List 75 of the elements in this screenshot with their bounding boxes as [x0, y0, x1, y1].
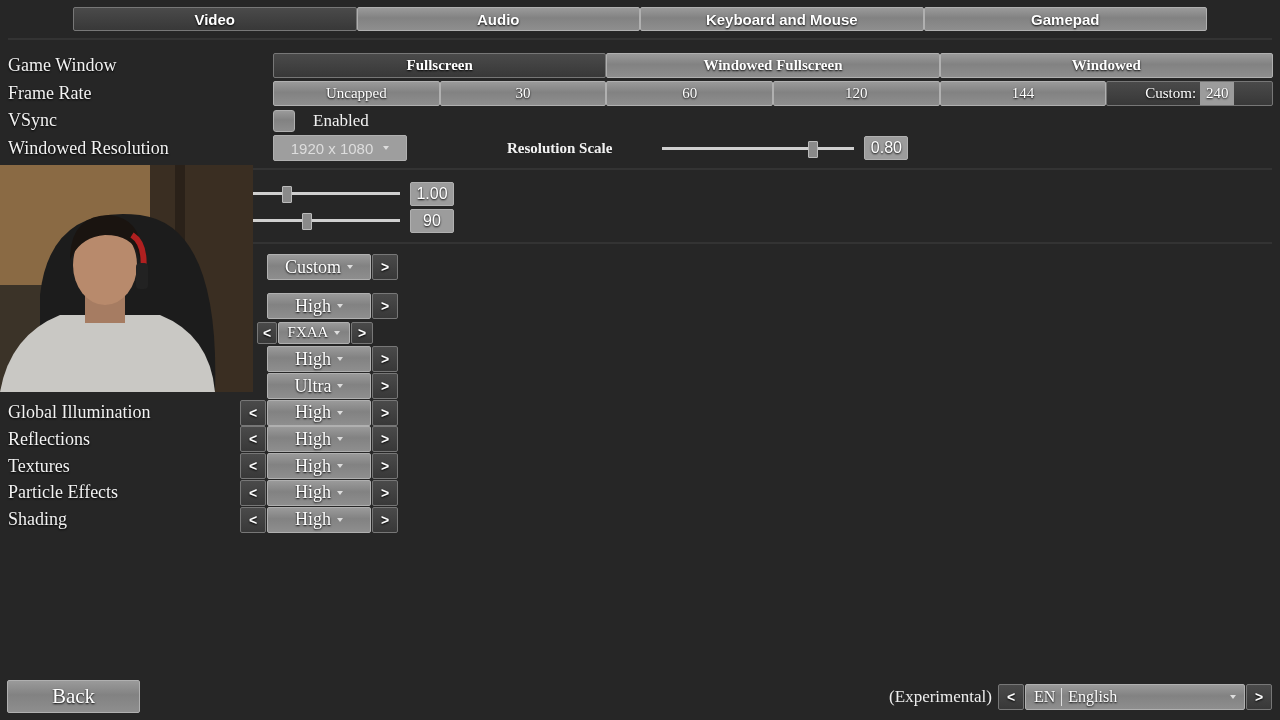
back-button[interactable]: Back	[7, 680, 140, 713]
slider-value: 90	[410, 208, 454, 233]
setting-label: Frame Rate	[7, 82, 92, 104]
option-button[interactable]: Custom: 240	[1106, 80, 1274, 106]
quality-dropdown[interactable]: Custom	[267, 254, 371, 281]
setting-label: Textures	[7, 455, 70, 477]
caret-icon	[337, 384, 344, 389]
caret-icon	[337, 464, 343, 469]
option-button[interactable]: Windowed	[939, 53, 1273, 79]
tab[interactable]: Video	[73, 7, 357, 31]
caret-icon	[337, 517, 343, 522]
quality-dropdown[interactable]: High	[267, 453, 371, 480]
experimental-note: (Experimental)	[889, 686, 992, 707]
setting-label: Resolution Scale	[507, 139, 613, 157]
tab[interactable]: Keyboard and Mouse	[640, 7, 924, 31]
slider-value: 1.00	[410, 181, 454, 206]
caret-icon	[337, 357, 343, 362]
previous-button[interactable]: <	[240, 426, 266, 453]
tab[interactable]: Gamepad	[923, 7, 1207, 31]
quality-dropdown[interactable]: High	[267, 426, 371, 453]
caret-icon	[337, 304, 343, 309]
quality-dropdown[interactable]: High	[267, 346, 371, 373]
quality-dropdown[interactable]: Ultra	[267, 373, 371, 400]
checkbox-label: Enabled	[313, 110, 369, 131]
quality-dropdown[interactable]: High	[267, 506, 371, 533]
next-button[interactable]: >	[372, 426, 398, 453]
tab[interactable]: Audio	[356, 7, 640, 31]
setting-label: Game Window	[7, 55, 117, 77]
next-button[interactable]: >	[372, 346, 398, 373]
option-button[interactable]: 120	[773, 80, 940, 106]
previous-button[interactable]: <	[240, 506, 266, 533]
next-button[interactable]: >	[372, 453, 398, 480]
option-button[interactable]: 30	[439, 80, 607, 106]
caret-icon	[337, 490, 343, 495]
setting-label: Reflections	[7, 428, 90, 450]
slider-thumb[interactable]	[808, 140, 819, 158]
setting-label: Shading	[7, 509, 67, 531]
quality-dropdown[interactable]: FXAA	[278, 321, 350, 344]
next-button[interactable]: >	[351, 321, 373, 344]
option-button[interactable]: Windowed Fullscreen	[606, 53, 940, 79]
previous-button[interactable]: <	[998, 683, 1024, 710]
checkbox[interactable]	[273, 109, 295, 132]
option-button[interactable]: 60	[606, 80, 773, 106]
previous-button[interactable]: <	[240, 399, 266, 426]
option-button[interactable]: 144	[939, 80, 1107, 106]
next-button[interactable]: >	[372, 293, 398, 320]
option-button[interactable]: Uncapped	[273, 80, 440, 106]
next-button[interactable]: >	[1246, 683, 1272, 710]
setting-label: Global Illumination	[7, 402, 151, 424]
previous-button[interactable]: <	[240, 479, 266, 506]
slider-thumb[interactable]	[281, 186, 292, 203]
language-dropdown[interactable]: EN English	[1025, 683, 1245, 710]
setting-label: VSync	[7, 110, 57, 132]
caret-icon	[337, 437, 343, 442]
next-button[interactable]: >	[372, 373, 398, 400]
previous-button[interactable]: <	[240, 453, 266, 480]
next-button[interactable]: >	[372, 479, 398, 506]
setting-label: Windowed Resolution	[7, 137, 169, 159]
next-button[interactable]: >	[372, 506, 398, 533]
slider-value: 0.80	[864, 136, 909, 161]
next-button[interactable]: >	[372, 254, 398, 281]
quality-dropdown[interactable]: High	[267, 479, 371, 506]
setting-label: Particle Effects	[7, 482, 119, 504]
option-button[interactable]: Fullscreen	[273, 53, 607, 79]
custom-input[interactable]: 240	[1200, 81, 1235, 105]
caret-icon	[383, 146, 390, 151]
next-button[interactable]: >	[372, 399, 398, 426]
slider-thumb[interactable]	[302, 213, 313, 230]
caret-icon	[347, 265, 353, 270]
caret-icon	[334, 330, 341, 335]
caret-icon	[337, 410, 343, 415]
previous-button[interactable]: <	[257, 321, 277, 344]
caret-icon	[1230, 694, 1236, 699]
quality-dropdown[interactable]: High	[267, 293, 371, 320]
quality-dropdown[interactable]: High	[267, 399, 371, 426]
